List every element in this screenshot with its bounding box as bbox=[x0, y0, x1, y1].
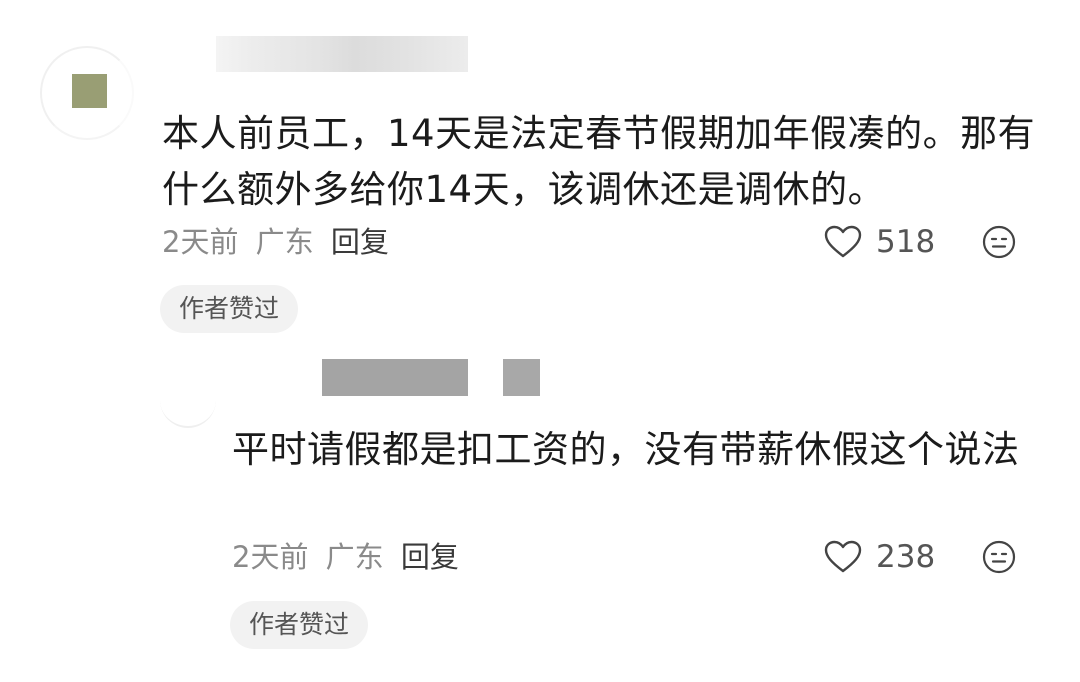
reply-button[interactable]: 回复 bbox=[331, 225, 389, 259]
comment-location: 广东 bbox=[325, 540, 384, 574]
comment-text: 平时请假都是扣工资的，没有带薪休假这个说法 bbox=[232, 428, 1020, 471]
comment-meta: 2天前 广东 回复 bbox=[162, 222, 389, 262]
username-blurred[interactable] bbox=[216, 36, 468, 72]
like-count: 238 bbox=[876, 539, 936, 575]
comment-time: 2天前 bbox=[162, 225, 239, 259]
comment-time: 2天前 bbox=[232, 540, 309, 574]
comment-meta: 2天前 广东 回复 bbox=[232, 537, 459, 577]
heart-outline-icon bbox=[824, 540, 862, 573]
like-button[interactable]: 518 bbox=[824, 222, 935, 262]
like-count: 518 bbox=[876, 224, 936, 260]
reply-button[interactable]: 回复 bbox=[401, 540, 459, 574]
avatar[interactable] bbox=[160, 372, 216, 428]
comment-text: 本人前员工，14天是法定春节假期加年假凑的。那有什么额外多给你14天，该调休还是… bbox=[162, 112, 1036, 211]
author-liked-badge: 作者赞过 bbox=[160, 285, 299, 333]
comment-location: 广东 bbox=[255, 225, 314, 259]
username-blurred[interactable] bbox=[322, 359, 468, 396]
avatar[interactable] bbox=[72, 74, 107, 108]
emoji-face-icon[interactable] bbox=[982, 225, 1016, 259]
emoji-face-icon[interactable] bbox=[982, 540, 1016, 574]
like-button[interactable]: 238 bbox=[824, 537, 935, 577]
author-liked-badge: 作者赞过 bbox=[230, 601, 369, 649]
heart-outline-icon bbox=[824, 225, 862, 258]
username-blurred-tag bbox=[503, 359, 540, 396]
